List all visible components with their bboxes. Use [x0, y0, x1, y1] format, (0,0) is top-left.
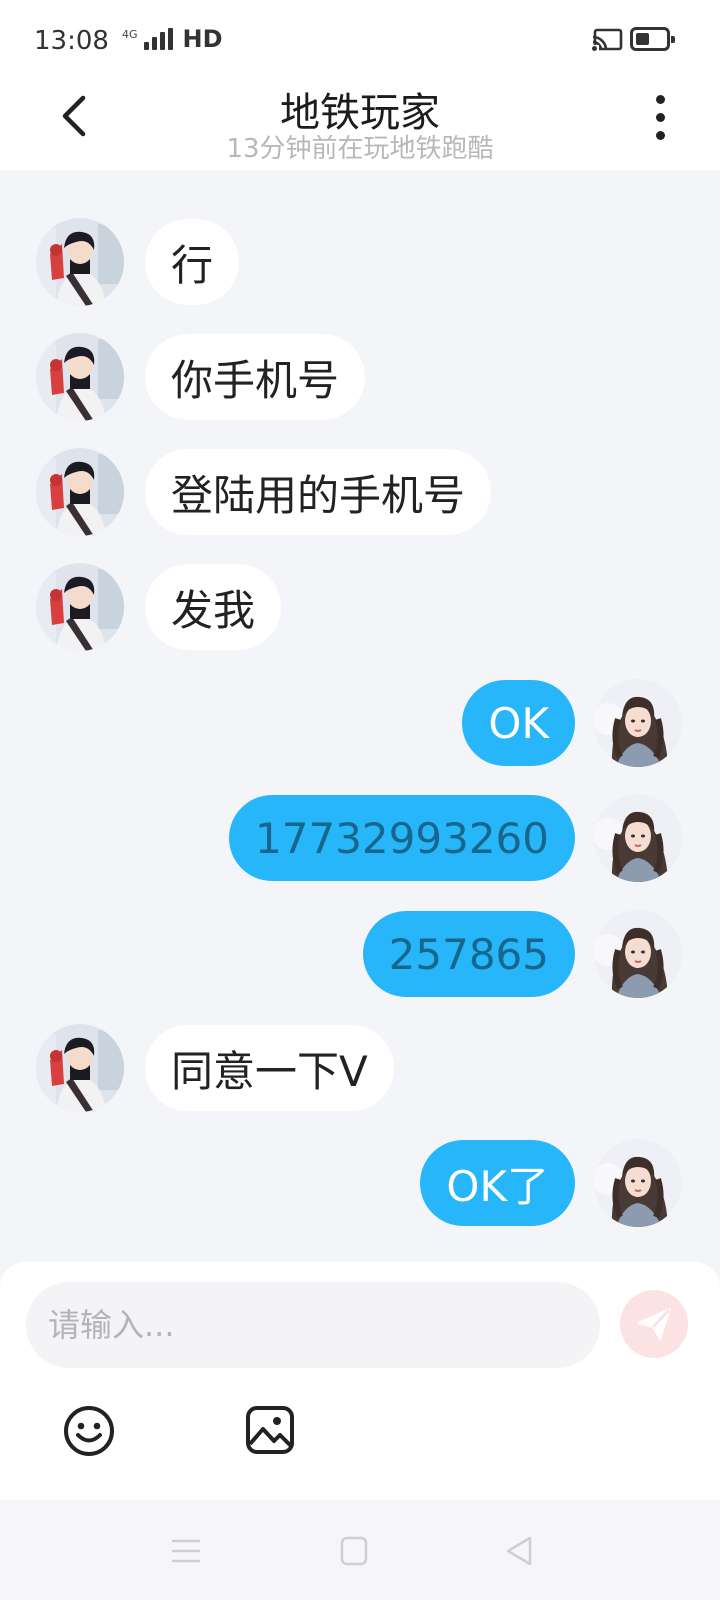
input-panel	[0, 1262, 720, 1500]
chat-message-list[interactable]: 行 你手机号 登陆用的手机号 发我 OK 17732993260 257865 …	[0, 170, 720, 1260]
battery-level	[636, 33, 649, 45]
network-indicator: 4G HD	[122, 25, 223, 53]
contact-avatar[interactable]	[36, 1024, 124, 1112]
hd-indicator: HD	[182, 25, 223, 53]
emoji-icon[interactable]	[62, 1404, 116, 1458]
menu-icon[interactable]	[168, 1534, 204, 1568]
my-avatar[interactable]	[594, 1139, 682, 1227]
back-triangle-icon[interactable]	[502, 1534, 538, 1568]
send-icon	[637, 1308, 671, 1340]
outgoing-message: OK了	[0, 1138, 720, 1228]
incoming-message: 行	[0, 217, 720, 307]
message-bubble[interactable]: OK了	[420, 1140, 575, 1226]
message-bubble[interactable]: 你手机号	[145, 334, 366, 420]
message-bubble[interactable]: 17732993260	[229, 795, 575, 881]
battery-icon	[630, 27, 675, 51]
system-navigation-bar	[0, 1500, 720, 1600]
status-time: 13:08	[34, 26, 109, 56]
home-icon[interactable]	[336, 1534, 372, 1568]
status-bar: 13:08 4G HD	[0, 0, 720, 78]
message-bubble[interactable]: 257865	[362, 911, 575, 997]
my-avatar[interactable]	[594, 679, 682, 767]
incoming-message: 发我	[0, 562, 720, 652]
message-input[interactable]	[26, 1282, 600, 1368]
last-seen-status: 13分钟前在玩地铁跑酷	[226, 134, 494, 164]
image-icon[interactable]	[244, 1404, 296, 1456]
outgoing-message: 17732993260	[0, 793, 720, 883]
send-button[interactable]	[620, 1290, 688, 1358]
contact-avatar[interactable]	[36, 448, 124, 536]
signal-icon	[143, 28, 173, 50]
message-bubble[interactable]: OK	[462, 680, 575, 766]
my-avatar[interactable]	[594, 794, 682, 882]
contact-avatar[interactable]	[36, 563, 124, 651]
outgoing-message: OK	[0, 678, 720, 768]
my-avatar[interactable]	[594, 910, 682, 998]
contact-avatar[interactable]	[36, 333, 124, 421]
cast-icon	[592, 28, 623, 52]
message-bubble[interactable]: 发我	[145, 564, 282, 650]
contact-avatar[interactable]	[36, 218, 124, 306]
message-bubble[interactable]: 行	[145, 219, 240, 305]
message-bubble[interactable]: 登陆用的手机号	[145, 449, 492, 535]
network-type: 4G	[122, 28, 138, 41]
chat-header: 地铁玩家 13分钟前在玩地铁跑酷	[0, 78, 720, 170]
outgoing-message: 257865	[0, 909, 720, 999]
incoming-message: 同意一下V	[0, 1023, 720, 1113]
message-bubble[interactable]: 同意一下V	[145, 1025, 394, 1111]
more-icon	[655, 94, 665, 104]
more-button[interactable]	[640, 92, 680, 142]
incoming-message: 你手机号	[0, 332, 720, 422]
incoming-message: 登陆用的手机号	[0, 447, 720, 537]
